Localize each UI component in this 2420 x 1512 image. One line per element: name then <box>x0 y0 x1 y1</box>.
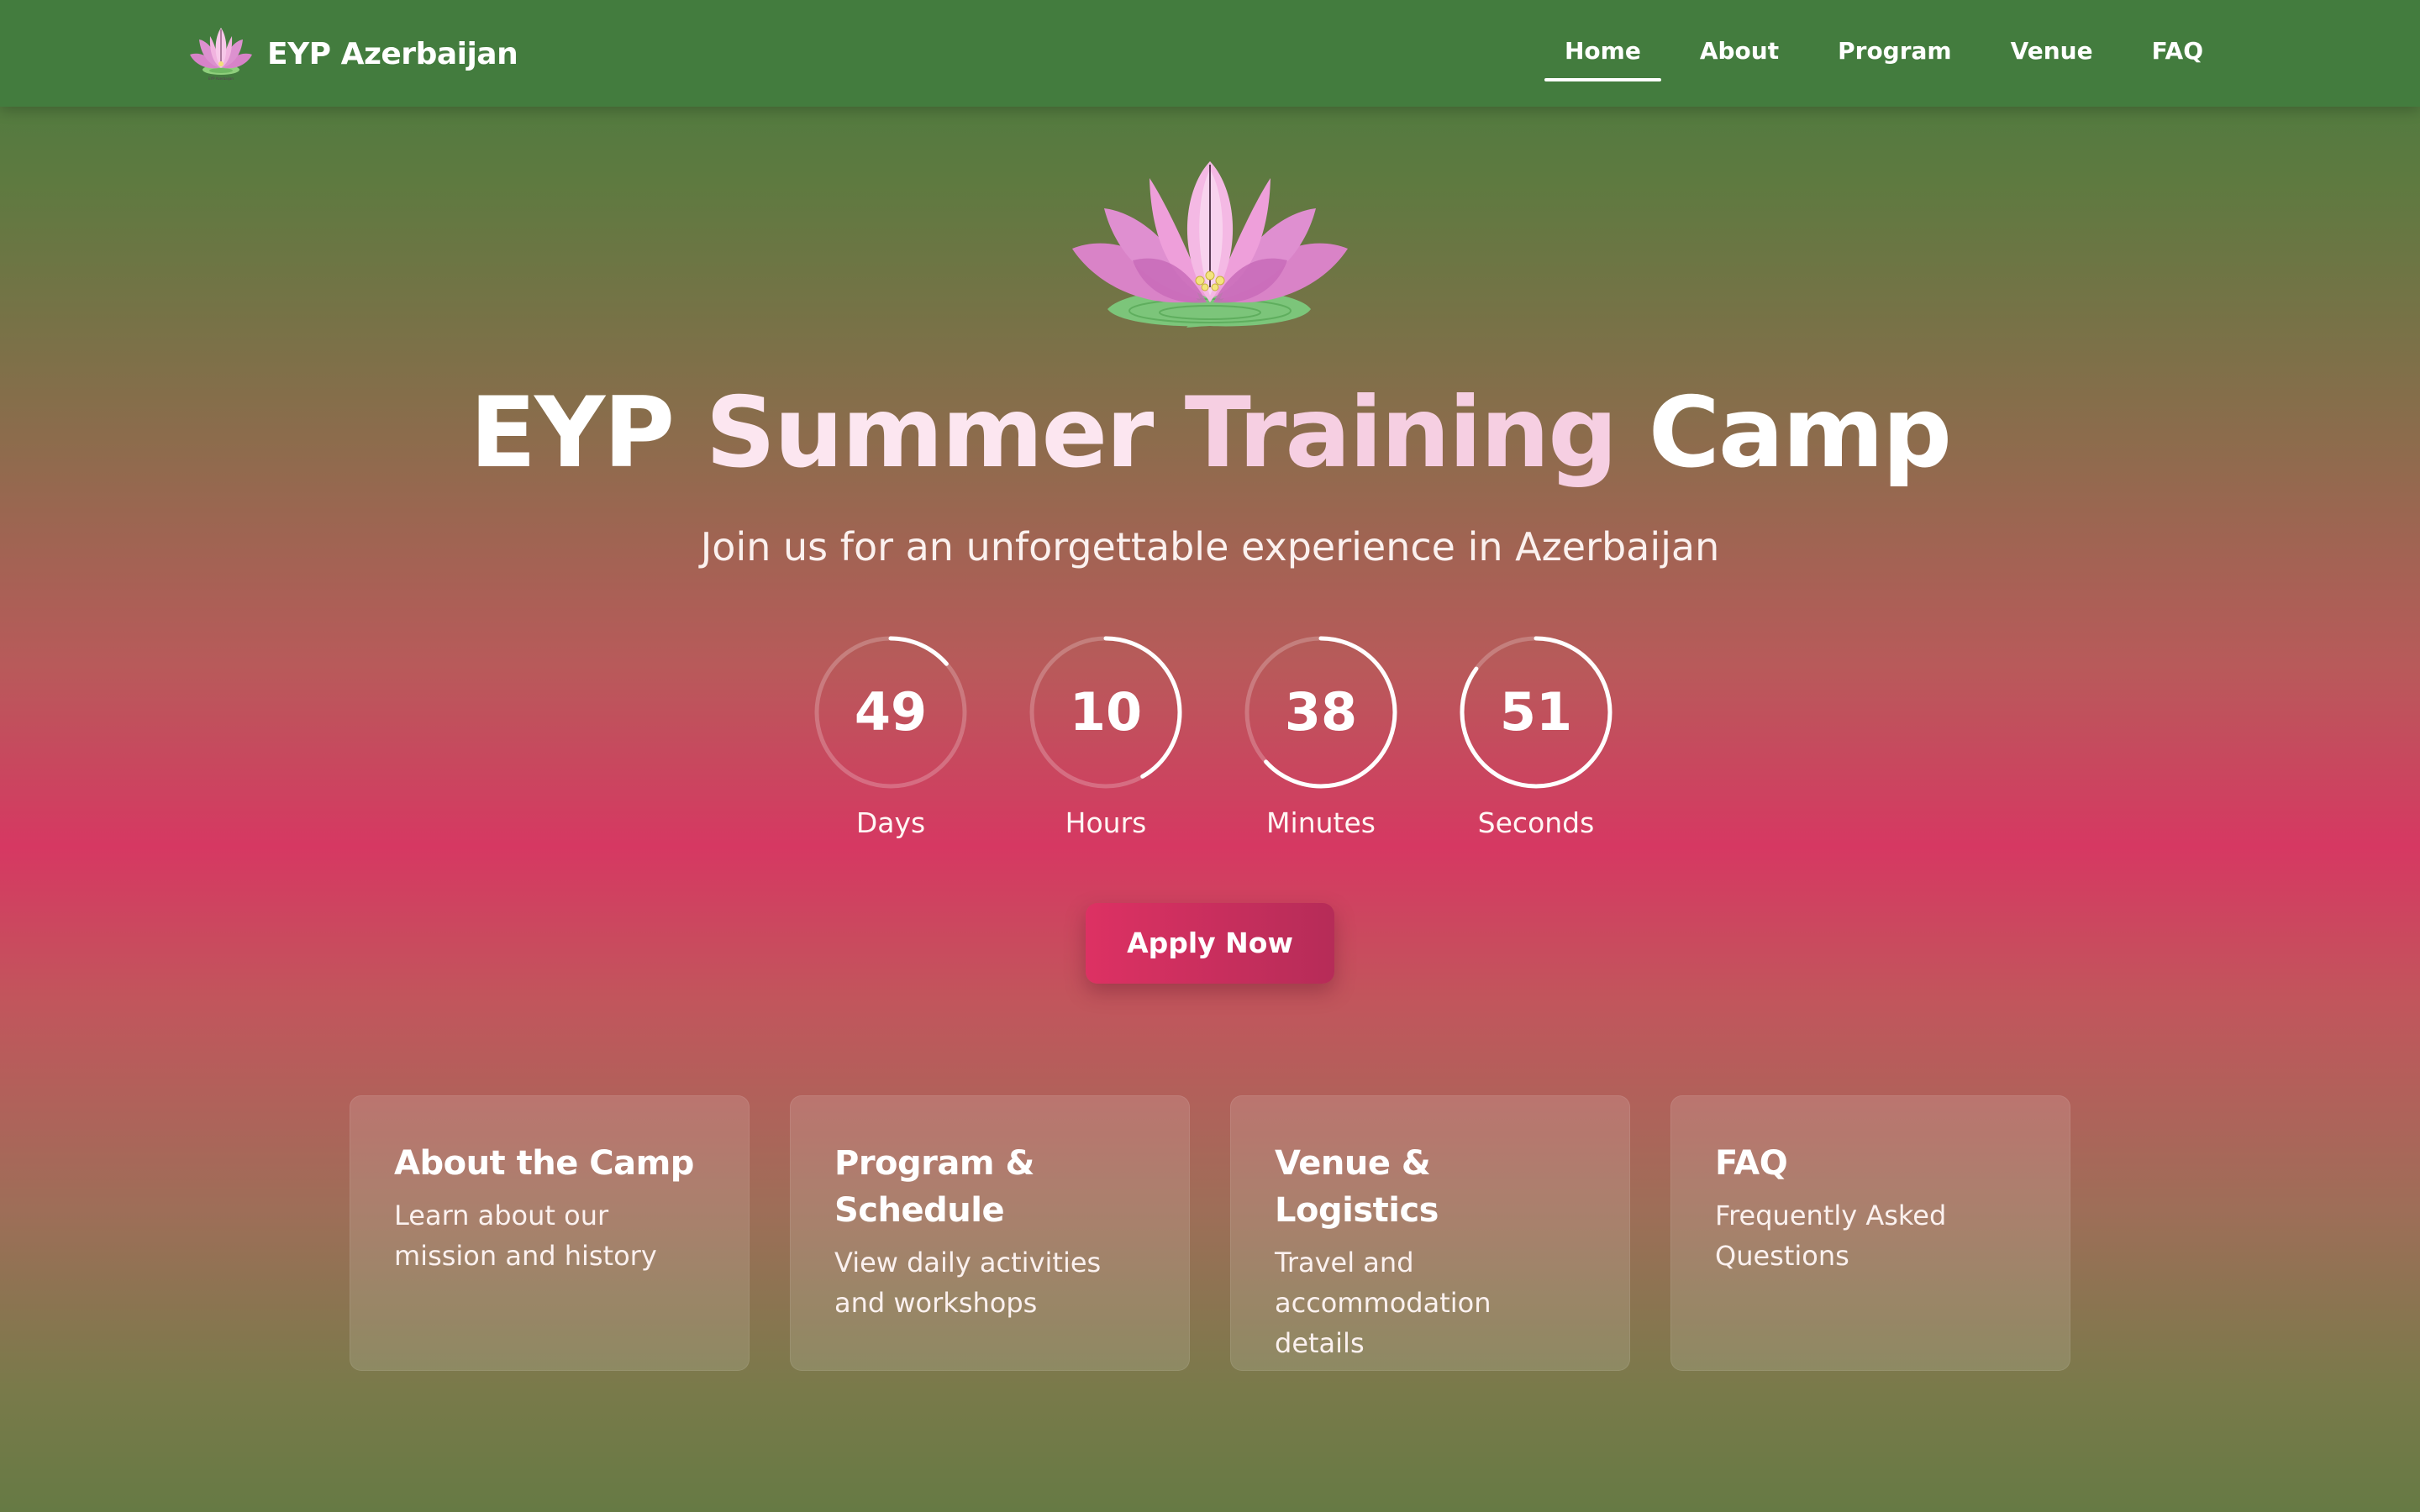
title-word: Camp <box>1648 376 1952 490</box>
card-faq[interactable]: FAQ Frequently Asked Questions <box>1670 1095 2070 1371</box>
card-description: Learn about our mission and history <box>394 1200 657 1272</box>
progress-ring: 51 <box>1459 635 1613 790</box>
progress-ring: 38 <box>1244 635 1398 790</box>
card-title: FAQ <box>1715 1144 1788 1183</box>
nav-program[interactable]: Program <box>1818 22 1972 81</box>
countdown-timer: 49 Days 10 Hours 38 Minutes 51 Seconds <box>807 635 1613 853</box>
brand-name: EYP Azerbaijan <box>267 36 518 71</box>
svg-text:EYP Azerbaijan: EYP Azerbaijan <box>208 76 234 81</box>
card-description: View daily activities and workshops <box>834 1247 1102 1319</box>
countdown-label: Seconds <box>1477 806 1595 839</box>
card-title: Venue & Logistics <box>1275 1144 1439 1230</box>
countdown-minutes: 38 Minutes <box>1237 635 1405 839</box>
lotus-flower-icon <box>1072 161 1348 328</box>
page-subtitle: Join us for an unforgettable experience … <box>700 524 1720 570</box>
countdown-value: 49 <box>854 681 928 743</box>
card-venue[interactable]: Venue & Logistics Travel and accommodati… <box>1230 1095 1630 1371</box>
countdown-label: Minutes <box>1266 806 1376 839</box>
title-word: Training <box>1184 376 1618 490</box>
nav-venue[interactable]: Venue <box>1991 22 2113 81</box>
nav-home[interactable]: Home <box>1544 22 1661 81</box>
card-program[interactable]: Program & Schedule View daily activities… <box>790 1095 1190 1371</box>
card-description: Frequently Asked Questions <box>1715 1200 1947 1272</box>
nav-faq[interactable]: FAQ <box>2132 22 2223 81</box>
lotus-logo-icon: EYP Azerbaijan <box>190 28 252 81</box>
card-about[interactable]: About the Camp Learn about our mission a… <box>350 1095 750 1371</box>
countdown-label: Hours <box>1065 806 1147 839</box>
countdown-hours: 10 Hours <box>1022 635 1190 839</box>
feature-cards: About the Camp Learn about our mission a… <box>350 1095 2070 1371</box>
nav-about[interactable]: About <box>1680 22 1799 81</box>
main-nav: Home About Program Venue FAQ <box>1544 22 2223 81</box>
card-title: Program & Schedule <box>834 1144 1034 1230</box>
countdown-seconds: 51 Seconds <box>1452 635 1620 839</box>
card-title: About the Camp <box>394 1144 694 1183</box>
apply-now-button[interactable]: Apply Now <box>1086 903 1334 984</box>
title-word: EYP <box>469 376 675 490</box>
top-navbar: EYP Azerbaijan EYP Azerbaijan Home About… <box>0 0 2420 107</box>
brand[interactable]: EYP Azerbaijan EYP Azerbaijan <box>187 22 518 86</box>
countdown-value: 38 <box>1284 681 1358 743</box>
page-title: EYP Summer Training Camp <box>0 375 2420 492</box>
countdown-days: 49 Days <box>807 635 975 839</box>
countdown-label: Days <box>855 806 926 839</box>
progress-ring: 10 <box>1028 635 1183 790</box>
countdown-value: 51 <box>1499 681 1573 743</box>
card-description: Travel and accommodation details <box>1275 1247 1491 1359</box>
progress-ring: 49 <box>813 635 968 790</box>
title-word: Summer <box>705 376 1155 490</box>
countdown-value: 10 <box>1069 681 1143 743</box>
